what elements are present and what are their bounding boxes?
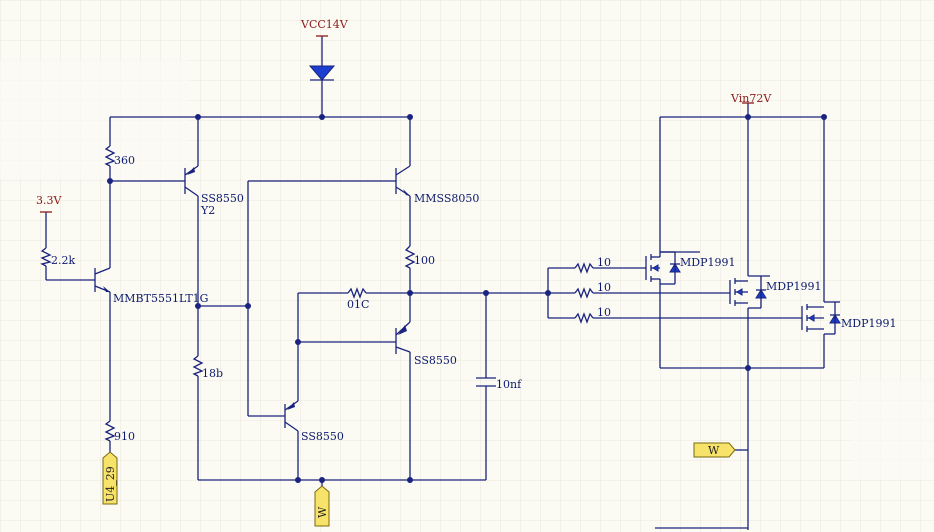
port-u4-29[interactable]: U4_29	[102, 451, 118, 505]
port-w-bottom[interactable]: W	[314, 485, 330, 527]
port-w-bottom-label: W	[316, 506, 329, 518]
port-u4-label: U4_29	[104, 466, 117, 502]
r-base-value: 2.2k	[51, 254, 75, 267]
gate-r1-value: 10	[597, 256, 611, 269]
vcc-label: VCC14V	[300, 18, 349, 31]
mos1-label: MDP1991	[680, 256, 735, 269]
gate-r3-value: 10	[597, 306, 611, 319]
mos2-label: MDP1991	[766, 280, 821, 293]
schematic-canvas: VCC14V 3.3V Vin72V 360 2.2k 910 18b 100 …	[0, 0, 934, 532]
port-w-right-label: W	[708, 444, 720, 457]
port-w-right[interactable]: W	[693, 442, 736, 458]
r-top-value: 360	[114, 154, 135, 167]
q-npn-main-label: MMBT5551LT1G	[113, 292, 208, 305]
q-pnp-mid-label: SS8550	[414, 354, 457, 367]
blank-patch	[850, 380, 934, 480]
r-series-value: 01C	[347, 298, 369, 311]
v33-label: 3.3V	[36, 194, 62, 207]
vin-label: Vin72V	[730, 92, 772, 105]
vin-power-symbol[interactable]: Vin72V	[730, 92, 772, 105]
blank-patch	[0, 60, 190, 180]
q-npn-top-right-label: MMSS8050	[414, 192, 479, 205]
q-pnp-bottom-label: SS8550	[301, 430, 344, 443]
q-pnp-top-ref: Y2	[200, 204, 215, 217]
r-collector-value: 100	[414, 254, 435, 267]
r-bottom-value: 910	[114, 430, 135, 443]
mos3-label: MDP1991	[841, 317, 896, 330]
gate-r2-value: 10	[597, 281, 611, 294]
r-mid-value: 18b	[202, 367, 223, 380]
cap-value: 10nf	[496, 378, 522, 391]
